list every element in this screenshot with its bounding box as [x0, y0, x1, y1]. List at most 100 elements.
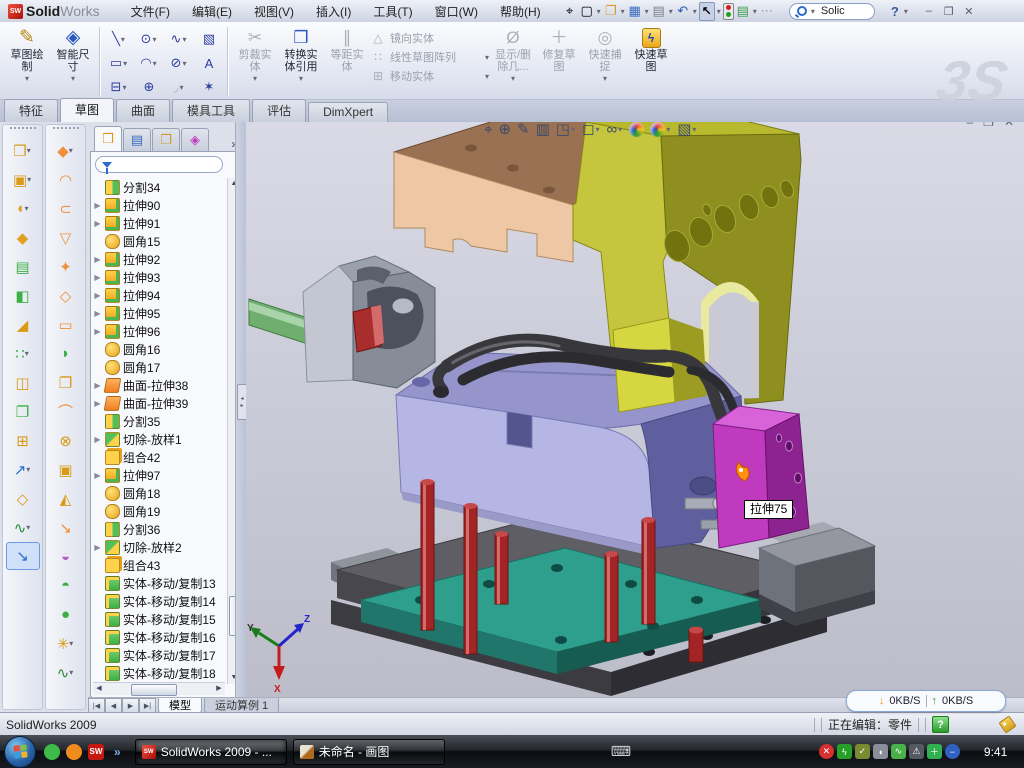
model-tab-运动算例 1[interactable]: 运动算例 1: [204, 698, 279, 713]
doc-close-button[interactable]: ✕: [1004, 122, 1014, 129]
doc-restore-button[interactable]: ❐: [983, 122, 994, 129]
options-icon-dropdown[interactable]: ▾: [753, 7, 757, 16]
save-icon-dropdown[interactable]: ▾: [645, 7, 649, 16]
surface-patch-icon[interactable]: ◒: [46, 542, 85, 571]
options-icon[interactable]: ▤: [735, 2, 751, 20]
browser-icon[interactable]: [66, 744, 82, 760]
tab-featuremanager[interactable]: ❒: [94, 126, 122, 151]
tray-update-icon[interactable]: ✓: [855, 744, 870, 759]
surface-funnel-icon[interactable]: ▽: [46, 223, 85, 252]
tab-曲面[interactable]: 曲面: [116, 99, 170, 122]
cm-button-dropdown[interactable]: ▾: [603, 74, 607, 83]
print-icon-dropdown[interactable]: ▾: [669, 7, 673, 16]
rectangle-icon[interactable]: ▭ ▾: [104, 51, 134, 75]
tray-network-warning-icon[interactable]: ⚠: [909, 744, 924, 759]
pattern-icon[interactable]: ∷▾: [3, 339, 42, 368]
cm-button-移动实体[interactable]: ⊞移动实体▾: [370, 68, 490, 84]
start-button[interactable]: [4, 736, 36, 768]
tree-expander-icon[interactable]: ▶: [93, 255, 102, 264]
spline-icon[interactable]: ∿ ▾: [164, 27, 194, 51]
mirror-icon[interactable]: ◫: [3, 368, 42, 397]
tab-模具工具[interactable]: 模具工具: [172, 99, 250, 122]
tree-expander-icon[interactable]: ▶: [93, 219, 102, 228]
edit-appearance-icon[interactable]: [629, 122, 644, 137]
cm-button-1[interactable]: ❒转换实 体引用▾: [278, 24, 324, 99]
circle-icon[interactable]: ⊙ ▾: [134, 27, 164, 51]
tags-icon[interactable]: [998, 715, 1016, 733]
menu-item[interactable]: 窗口(W): [424, 1, 489, 22]
tree-item[interactable]: 实体-移动/复制18: [93, 664, 227, 682]
view-settings-icon[interactable]: ▧▾: [677, 122, 697, 138]
surface-c-icon[interactable]: ⊂: [46, 194, 85, 223]
surface-stack-icon[interactable]: ❐: [46, 368, 85, 397]
zoom-area-icon[interactable]: ⊕: [498, 122, 511, 138]
move-copy-icon[interactable]: ↗▾: [3, 455, 42, 484]
tree-item[interactable]: 圆角19: [93, 502, 227, 520]
tab-dimxpertmanager[interactable]: ◈: [181, 128, 209, 151]
sketch-fillet-icon[interactable]: ◞ ▾: [164, 75, 194, 99]
menu-item[interactable]: 编辑(E): [181, 1, 243, 22]
display-style-icon[interactable]: ◻▾: [582, 122, 600, 138]
chamfer-icon[interactable]: ◆: [3, 223, 42, 252]
arc-icon[interactable]: ◠ ▾: [134, 51, 164, 75]
tree-item[interactable]: ▶切除-放样2: [93, 538, 227, 556]
language-keyboard-icon[interactable]: ⌨: [611, 743, 631, 760]
menu-item[interactable]: 插入(I): [305, 1, 362, 22]
tree-item[interactable]: ▶拉伸95: [93, 304, 227, 322]
print-icon[interactable]: ▤: [651, 2, 667, 20]
cm-button-镜向实体[interactable]: △镜向实体: [370, 30, 490, 46]
cm-button-线性草图阵列[interactable]: ∷线性草图阵列▾: [370, 49, 490, 65]
undo-icon[interactable]: ↶: [675, 2, 691, 20]
tab-configurationmanager[interactable]: ❐: [152, 128, 180, 151]
tree-expander-icon[interactable]: ▶: [93, 543, 102, 552]
intersect-icon[interactable]: ◇: [3, 484, 42, 513]
ellipse-icon[interactable]: ⊘ ▾: [164, 51, 194, 75]
menu-item[interactable]: 视图(V): [243, 1, 305, 22]
menu-item[interactable]: 帮助(H): [489, 1, 552, 22]
tree-item[interactable]: ▶拉伸92: [93, 250, 227, 268]
tab-DimXpert[interactable]: DimXpert: [308, 102, 388, 122]
tab-草图[interactable]: 草图: [60, 98, 114, 122]
tree-item[interactable]: ▶切除-放样1: [93, 430, 227, 448]
part-top-clamp-plate[interactable]: [394, 122, 586, 262]
search-chevron-icon[interactable]: ▾: [811, 7, 815, 16]
tray-antivirus-icon[interactable]: ϟ: [837, 744, 852, 759]
search-box[interactable]: ▾: [789, 3, 875, 20]
tab-特征[interactable]: 特征: [4, 99, 58, 122]
tree-expander-icon[interactable]: ▶: [93, 471, 102, 480]
surface-box-icon[interactable]: ▣: [46, 455, 85, 484]
surface-move-icon[interactable]: ↘: [46, 513, 85, 542]
surface-star-icon[interactable]: ✦: [46, 252, 85, 281]
view-orientation-icon[interactable]: ◳▾: [556, 122, 576, 138]
doc-minimize-button[interactable]: –: [966, 122, 973, 129]
combine-icon[interactable]: ⊞: [3, 426, 42, 455]
tree-expander-icon[interactable]: ▶: [93, 291, 102, 300]
surface-delete-icon[interactable]: ⊗: [46, 426, 85, 455]
cm-button-dropdown[interactable]: ▾: [485, 53, 489, 62]
toolbar-grip[interactable]: [10, 127, 36, 133]
cm-button-dropdown[interactable]: ▾: [253, 74, 257, 83]
tree-filter-box[interactable]: [95, 156, 223, 173]
surface-point-icon[interactable]: ✳▾: [46, 629, 85, 658]
tree-expander-icon[interactable]: ▶: [93, 399, 102, 408]
rebuild-traffic-light-icon[interactable]: [723, 3, 734, 20]
open-icon-dropdown[interactable]: ▾: [621, 7, 625, 16]
part-side-insert-block[interactable]: [713, 406, 809, 548]
tree-expander-icon[interactable]: ▶: [93, 309, 102, 318]
tree-item[interactable]: 分割34: [93, 178, 227, 196]
cm-button-dropdown[interactable]: ▾: [485, 72, 489, 81]
pin-icon[interactable]: ⌖: [562, 2, 578, 20]
tree-horizontal-scrollbar[interactable]: ◀ ▶: [93, 682, 225, 695]
menu-item[interactable]: 文件(F): [120, 1, 181, 22]
tree-item[interactable]: ▶拉伸94: [93, 286, 227, 304]
tree-item[interactable]: 圆角16: [93, 340, 227, 358]
split-icon[interactable]: ❐: [3, 397, 42, 426]
messenger-icon[interactable]: [44, 744, 60, 760]
tree-item[interactable]: 实体-移动/复制14: [93, 592, 227, 610]
select-cursor-icon[interactable]: ↖: [699, 2, 715, 21]
hide-show-items-icon[interactable]: ∞▾: [606, 122, 623, 138]
menu-item[interactable]: 工具(T): [362, 1, 423, 22]
surface-flat-icon[interactable]: ▭: [46, 310, 85, 339]
tab-评估[interactable]: 评估: [252, 99, 306, 122]
surface-dome-icon[interactable]: ●: [46, 600, 85, 629]
